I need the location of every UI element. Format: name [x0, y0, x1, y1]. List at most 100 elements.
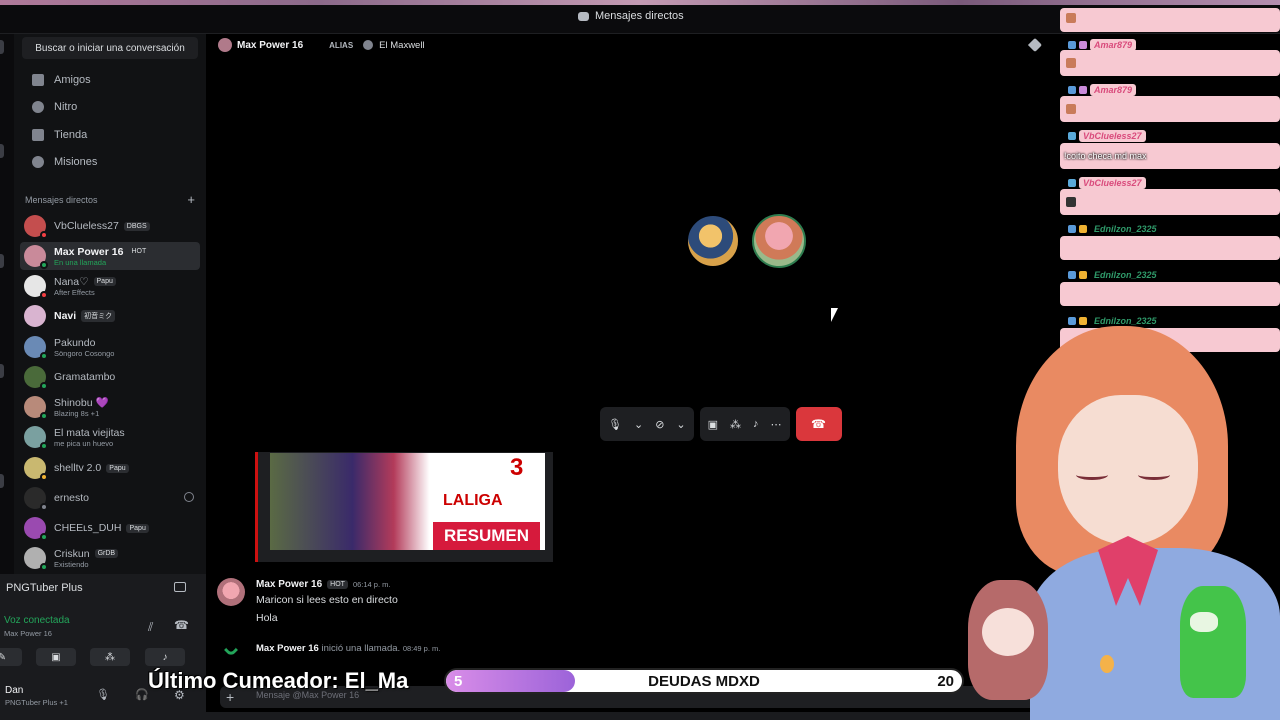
user-status: PNGTuber Plus +1 [5, 698, 68, 707]
screen-share-button[interactable]: ▣ [36, 648, 76, 666]
dm-name: ernesto [54, 492, 90, 504]
friends-icon [32, 74, 44, 86]
dm-status-text: Blazing 8s +1 [54, 409, 100, 418]
alias-value: El Maxwell [379, 39, 425, 51]
chat-user: VbClueless27 [1079, 130, 1146, 142]
chevron-down-icon[interactable]: ⌄ [676, 418, 685, 431]
voice-controls: 🎙 ⌄ ⊘ ⌄ [600, 407, 694, 441]
chat-user: Ednilzon_2325 [1094, 270, 1157, 280]
avatar [24, 215, 48, 239]
call-participant-avatar[interactable] [686, 214, 740, 268]
activity-icon[interactable] [174, 582, 186, 592]
voice-status[interactable]: Voz conectada [4, 615, 70, 626]
badge-icon [1079, 317, 1087, 325]
avatar [24, 305, 46, 327]
clan-tag: GrDB [94, 549, 119, 558]
header-avatar [218, 38, 232, 52]
system-timestamp: 08:49 p. m. [402, 644, 441, 653]
create-dm-icon[interactable]: + [187, 193, 195, 206]
badge-icon [1079, 225, 1087, 233]
server-indicator [0, 474, 4, 488]
video-button[interactable]: ✎ [0, 648, 22, 666]
message-avatar[interactable] [217, 578, 245, 606]
dm-item-gramatambo[interactable]: Gramatambo [20, 363, 200, 391]
status-dot [40, 563, 48, 571]
nav-label: Misiones [54, 156, 98, 168]
server-indicator [0, 40, 4, 54]
message-header: Max Power 16 HOT 06:14 p. m. [256, 579, 390, 590]
dm-name: Nana♡ [54, 275, 89, 288]
chat-bubble [1060, 50, 1280, 76]
chat-username: VbClueless27 [1068, 176, 1146, 190]
avatar [24, 457, 48, 481]
embed-title: RESUMEN [433, 522, 540, 550]
badge-icon [1068, 132, 1076, 140]
dm-item-pakundo[interactable]: Pakundo Söngoro Cosongo [20, 333, 200, 361]
chevron-down-icon[interactable]: ⌄ [634, 418, 643, 431]
dm-name: Max Power 16 [54, 245, 124, 258]
avatar [24, 366, 48, 390]
nav-nitro[interactable]: Nitro [22, 95, 198, 119]
message-author[interactable]: Max Power 16 [256, 579, 322, 590]
mic-icon[interactable]: 🎙 [608, 418, 622, 431]
server-indicator [0, 144, 4, 158]
nav-label: Tienda [54, 129, 88, 141]
voice-channel: Max Power 16 [4, 629, 52, 638]
more-options-icon[interactable]: ⋯ [771, 418, 782, 431]
dm-item-shinobu[interactable]: Shinobu 💜 Blazing 8s +1 [20, 393, 200, 421]
soundboard-icon[interactable]: ♪ [753, 418, 759, 430]
header-name[interactable]: Max Power 16 [237, 40, 303, 51]
mic-icon[interactable]: 🎙 [96, 688, 110, 701]
dm-item-cheels-duh[interactable]: CHEEʟꜱ_DUH Papu [20, 514, 200, 542]
nav-label: Amigos [54, 74, 91, 86]
vtuber-button [1100, 655, 1114, 673]
badge-icon [1068, 86, 1076, 94]
user-name[interactable]: Dan [5, 685, 23, 696]
video-embed[interactable]: 3 LALIGA RESUMEN [255, 452, 553, 562]
nav-quests[interactable]: Misiones [22, 150, 198, 174]
dm-name: Gramatambo [54, 371, 116, 383]
dm-item-max-power-16[interactable]: Max Power 16 HOT En una llamada [20, 242, 200, 270]
dm-item-ernesto[interactable]: ernesto [20, 484, 200, 512]
chat-user: Ednilzon_2325 [1094, 224, 1157, 234]
dm-name: Criskun [54, 547, 90, 560]
dm-item-vbclueless27[interactable]: VbClueless27 DBGS [20, 212, 200, 240]
soundboard-button[interactable]: ♪ [145, 648, 185, 666]
activities-button[interactable]: ⁂ [90, 648, 130, 666]
call-started-icon [223, 642, 239, 658]
end-call-button[interactable]: ☎ [795, 407, 842, 441]
chat-username: Amar879 [1068, 38, 1137, 52]
dm-name: CHEEʟꜱ_DUH [54, 522, 122, 534]
dm-item-navi[interactable]: Navi 初音ミク [20, 302, 200, 330]
nav-shop[interactable]: Tienda [22, 123, 198, 147]
dm-item-shelltv[interactable]: shelltv 2.0 Papu [20, 454, 200, 482]
camera-off-icon[interactable]: ⊘ [655, 418, 664, 431]
nav-friends[interactable]: Amigos [22, 68, 198, 92]
screen-share-icon[interactable]: ▣ [708, 418, 718, 431]
badge-icon [1079, 86, 1087, 94]
clan-tag: 初音ミク [81, 310, 116, 322]
chat-username: VbClueless27 [1068, 129, 1146, 143]
chat-user: VbClueless27 [1079, 177, 1146, 189]
avatar [24, 517, 48, 541]
system-text: inició una llamada. [321, 643, 401, 654]
search-conversation-button[interactable]: Buscar o iniciar una conversación [22, 37, 198, 59]
system-author[interactable]: Max Power 16 [256, 643, 319, 654]
window-title-text: Mensajes directos [595, 10, 684, 22]
call-participant-avatar[interactable] [752, 214, 806, 268]
server-indicator [0, 254, 4, 268]
activities-icon[interactable]: ⁂ [730, 418, 741, 431]
clan-tag: Papu [126, 523, 149, 533]
dm-item-criskun[interactable]: Criskun GrDB Existiendo [20, 544, 200, 572]
nav-label: Nitro [54, 101, 78, 113]
dm-status-text: En una llamada [54, 257, 107, 267]
clan-tag: HOT [128, 247, 150, 256]
dm-item-nana[interactable]: Nana♡ Papu After Effects [20, 272, 200, 300]
disconnect-icon[interactable]: ☎ [174, 618, 189, 632]
dm-header-label: Mensajes directos [25, 195, 98, 205]
dm-item-el-mata-viejitas[interactable]: El mata viejitas me pica un huevo [20, 423, 200, 451]
system-message: Max Power 16 inició una llamada. 08:49 p… [256, 643, 440, 654]
headphones-icon[interactable]: 🎧 [135, 688, 149, 701]
dm-name: Shinobu 💜 [54, 397, 109, 409]
noise-suppression-icon[interactable]: ⫽ [148, 620, 153, 635]
